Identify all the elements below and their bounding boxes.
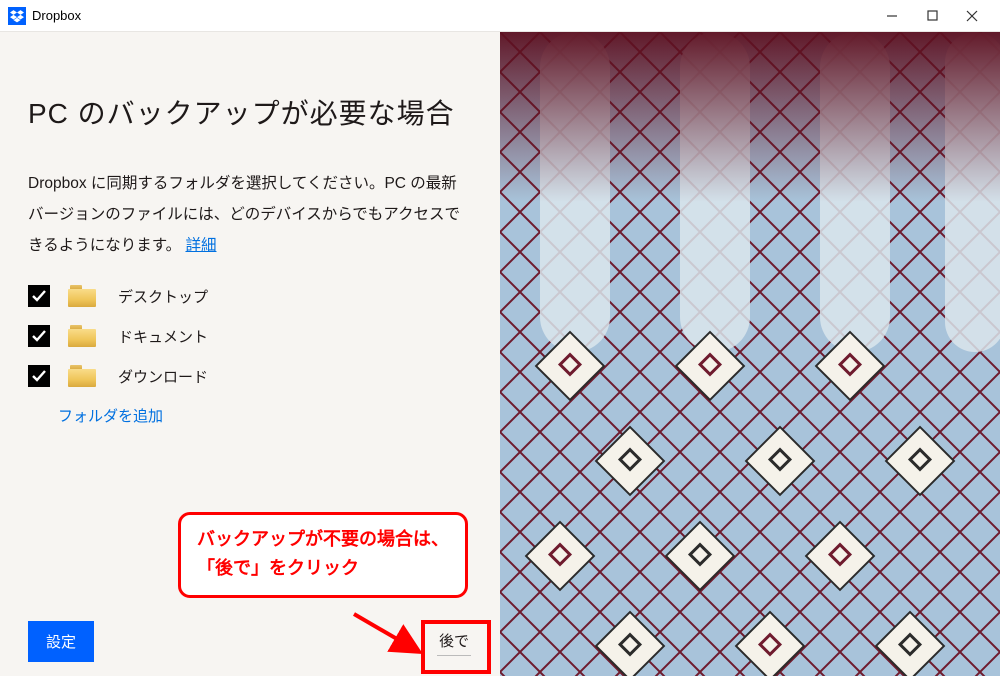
left-panel: PC のバックアップが必要な場合 Dropbox に同期するフォルダを選択してく… [0,32,500,676]
add-folder-link[interactable]: フォルダを追加 [58,405,472,426]
folder-list: デスクトップ ドキュメント ダウンロード [28,285,472,387]
checkbox-icon[interactable] [28,325,50,347]
titlebar: Dropbox [0,0,1000,32]
illustration-panel [500,32,1000,676]
settings-button[interactable]: 設定 [28,621,94,662]
folder-icon [68,325,96,347]
annotation-arrow-icon [350,610,430,660]
page-title: PC のバックアップが必要な場合 [28,92,472,132]
later-button[interactable]: 後で [437,626,471,656]
dropbox-icon [8,7,26,25]
close-button[interactable] [952,0,992,32]
folder-label: ドキュメント [118,326,208,347]
folder-row-documents[interactable]: ドキュメント [28,325,472,347]
folder-icon [68,365,96,387]
maximize-button[interactable] [912,0,952,32]
annotation-callout: バックアップが不要の場合は、 「後で」をクリック [178,512,468,598]
checkbox-icon[interactable] [28,365,50,387]
folder-label: ダウンロード [118,366,208,387]
minimize-button[interactable] [872,0,912,32]
folder-label: デスクトップ [118,286,208,307]
checkbox-icon[interactable] [28,285,50,307]
details-link[interactable]: 詳細 [185,237,216,254]
folder-row-desktop[interactable]: デスクトップ [28,285,472,307]
description: Dropbox に同期するフォルダを選択してください。PC の最新バージョンのフ… [28,168,472,261]
folder-icon [68,285,96,307]
folder-row-downloads[interactable]: ダウンロード [28,365,472,387]
window-title: Dropbox [32,8,81,23]
